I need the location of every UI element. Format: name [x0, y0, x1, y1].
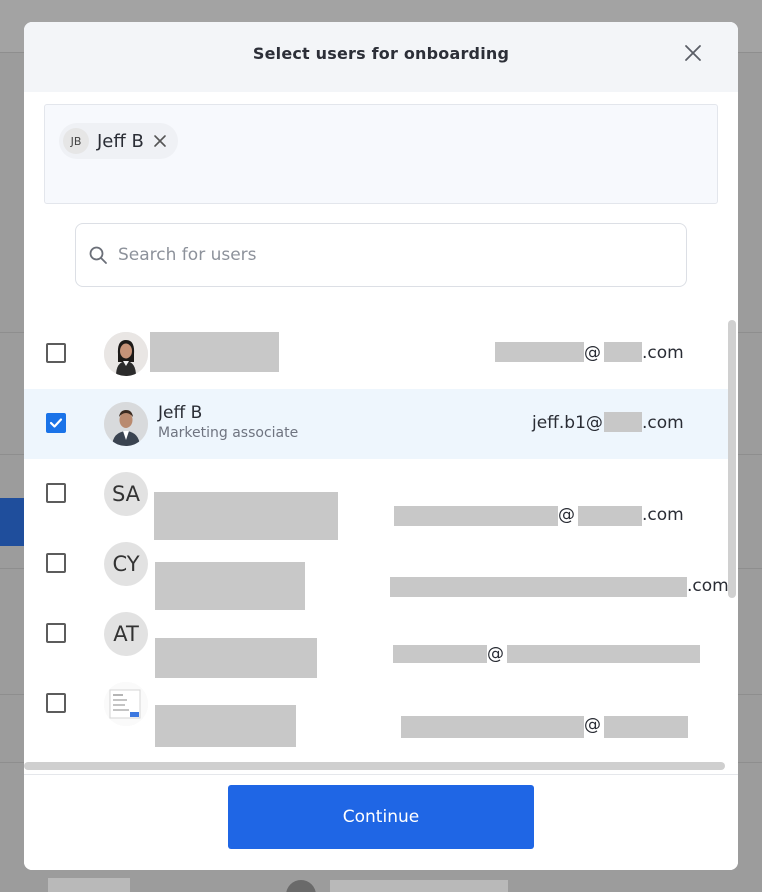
- user-photo-icon: [104, 332, 148, 376]
- selected-user-chip: JB Jeff B: [59, 123, 178, 159]
- vertical-scrollbar[interactable]: [728, 320, 736, 598]
- redacted-email: [401, 716, 584, 738]
- user-checkbox[interactable]: [46, 553, 66, 573]
- user-name: Jeff B: [158, 403, 203, 423]
- redacted-email: [394, 506, 558, 526]
- user-avatar: [104, 682, 148, 726]
- check-icon: [49, 418, 63, 428]
- redacted-email: [495, 342, 584, 362]
- search-box: [75, 223, 687, 287]
- close-icon: [154, 135, 166, 147]
- email-domain: .com: [642, 413, 684, 433]
- user-row[interactable]: CY .com: [24, 529, 729, 610]
- backdrop-button: [0, 498, 26, 546]
- user-avatar: AT: [104, 612, 148, 656]
- close-button[interactable]: [682, 42, 704, 64]
- horizontal-scrollbar[interactable]: [24, 762, 725, 770]
- user-avatar: SA: [104, 472, 148, 516]
- redacted-email: [604, 412, 642, 432]
- modal-title: Select users for onboarding: [252, 44, 510, 63]
- close-icon: [685, 45, 701, 61]
- user-avatar: CY: [104, 542, 148, 586]
- user-row[interactable]: Jeff B Marketing associate jeff.b1@ .com: [24, 389, 728, 459]
- chip-name: Jeff B: [97, 130, 144, 152]
- email-at: @: [584, 715, 601, 735]
- email-at: @: [558, 505, 575, 525]
- user-list: @ .com Jeff B Marketing associate jeff.b…: [24, 319, 738, 767]
- modal-footer: Continue: [24, 774, 738, 870]
- backdrop-redaction: [48, 878, 130, 892]
- continue-button[interactable]: Continue: [228, 785, 534, 849]
- user-avatar: [104, 332, 148, 376]
- redacted-email: [604, 342, 642, 362]
- chip-remove-button[interactable]: [152, 133, 168, 149]
- backdrop-redaction: [330, 880, 508, 892]
- search-icon: [89, 246, 107, 264]
- user-role: Marketing associate: [158, 425, 299, 441]
- user-checkbox[interactable]: [46, 413, 66, 433]
- user-photo-icon: [104, 402, 148, 446]
- modal-header: Select users for onboarding: [24, 22, 738, 92]
- redacted-email: [578, 506, 642, 526]
- user-row[interactable]: @: [24, 669, 728, 747]
- email-prefix: jeff.b1@: [532, 413, 603, 433]
- redacted-email: [390, 577, 687, 597]
- user-avatar: [104, 402, 148, 446]
- redacted-email: [393, 645, 487, 663]
- user-name-block: Jeff B Marketing associate: [158, 403, 298, 441]
- selected-users-box: JB Jeff B: [44, 104, 718, 204]
- email-at: @: [584, 343, 601, 363]
- email-domain: .com: [642, 343, 684, 363]
- email-domain: .com: [687, 576, 729, 596]
- backdrop-avatar: [286, 880, 316, 892]
- select-users-modal: Select users for onboarding JB Jeff B Se…: [24, 22, 738, 870]
- chip-avatar: JB: [63, 128, 89, 154]
- search-input[interactable]: [118, 245, 658, 265]
- user-row[interactable]: SA @ .com: [24, 459, 728, 540]
- redacted-email: [604, 716, 688, 738]
- screenshot-thumbnail-icon: [104, 682, 148, 726]
- user-row[interactable]: @ .com: [24, 319, 728, 389]
- email-at: @: [487, 644, 504, 664]
- user-checkbox[interactable]: [46, 623, 66, 643]
- redacted-name: [150, 332, 279, 372]
- user-checkbox[interactable]: [46, 693, 66, 713]
- email-domain: .com: [642, 505, 684, 525]
- user-checkbox[interactable]: [46, 343, 66, 363]
- user-row[interactable]: AT @: [24, 599, 728, 678]
- user-checkbox[interactable]: [46, 483, 66, 503]
- redacted-email: [507, 645, 700, 663]
